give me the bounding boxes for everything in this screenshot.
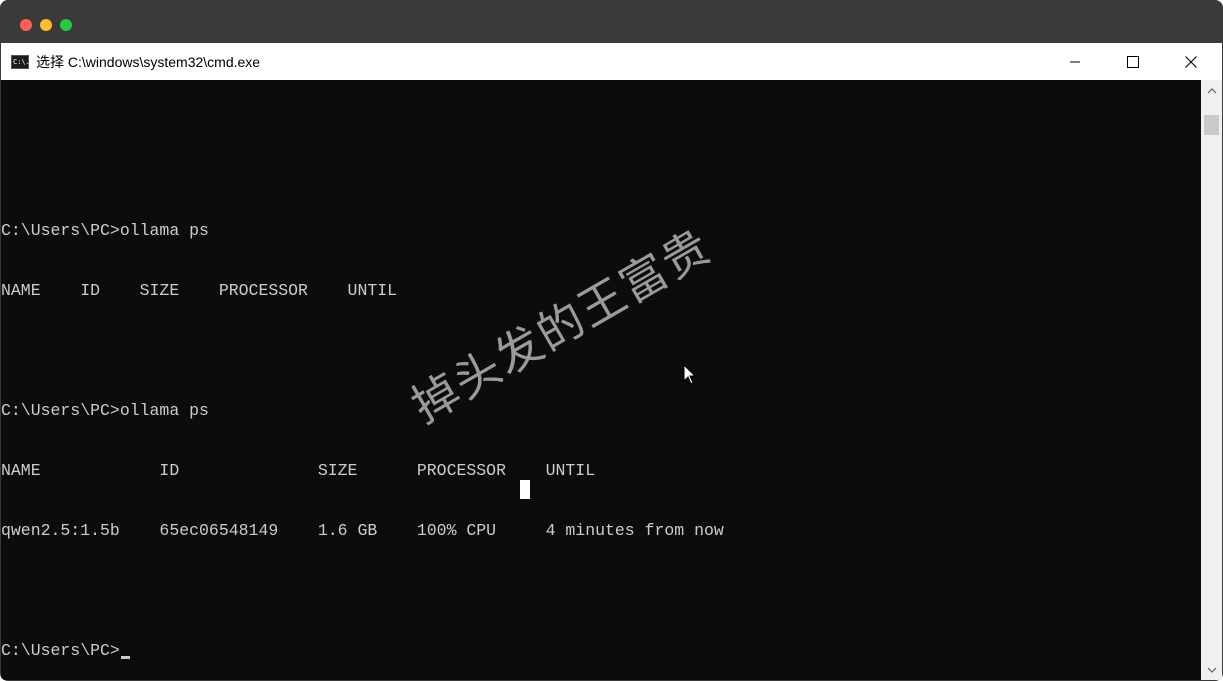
console-text: C:\Users\PC>ollama ps NAME ID SIZE PROCE… (1, 121, 724, 680)
console-line: C:\Users\PC>ollama ps (1, 401, 209, 420)
maximize-icon (1127, 55, 1139, 68)
maximize-button[interactable] (1104, 43, 1162, 80)
text-cursor (120, 656, 130, 659)
scroll-thumb[interactable] (1204, 115, 1219, 135)
prompt-text: C:\Users\PC> (1, 641, 120, 660)
mac-zoom-button[interactable] (60, 19, 72, 31)
prompt-line: C:\Users\PC> (1, 641, 724, 661)
close-icon (1185, 55, 1197, 68)
console-output[interactable]: C:\Users\PC>ollama ps NAME ID SIZE PROCE… (1, 80, 1201, 680)
chevron-down-icon (1207, 667, 1216, 673)
scroll-down-button[interactable] (1201, 659, 1222, 680)
minimize-icon (1070, 61, 1080, 62)
block-cursor (520, 480, 530, 499)
app-window: C:\. 选择 C:\windows\system32\cmd.exe C:\U… (0, 0, 1223, 681)
console-line: qwen2.5:1.5b 65ec06548149 1.6 GB 100% CP… (1, 521, 724, 540)
minimize-button[interactable] (1046, 43, 1104, 80)
window-title-bar[interactable]: C:\. 选择 C:\windows\system32\cmd.exe (1, 43, 1222, 80)
close-button[interactable] (1162, 43, 1220, 80)
chevron-up-icon (1207, 87, 1216, 93)
vertical-scrollbar[interactable] (1201, 80, 1222, 680)
console-line: C:\Users\PC>ollama ps (1, 221, 209, 240)
mac-title-bar (0, 0, 1223, 43)
mac-close-button[interactable] (20, 19, 32, 31)
mac-minimize-button[interactable] (40, 19, 52, 31)
cmd-icon: C:\. (11, 55, 30, 69)
scroll-up-button[interactable] (1201, 80, 1222, 101)
console-line: NAME ID SIZE PROCESSOR UNTIL (1, 461, 596, 480)
window-title: 选择 C:\windows\system32\cmd.exe (36, 54, 261, 70)
mouse-pointer-icon (683, 364, 697, 385)
